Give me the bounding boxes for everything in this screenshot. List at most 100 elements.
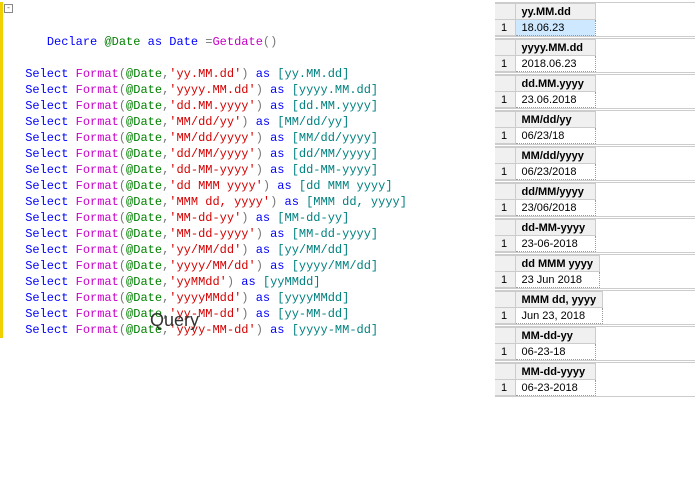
rownum-header[interactable] xyxy=(495,292,515,308)
rownum-header[interactable] xyxy=(495,148,515,164)
rownum-header[interactable] xyxy=(495,40,515,56)
alias: [MM/dd/yy] xyxy=(277,115,349,129)
row-number[interactable]: 1 xyxy=(495,20,515,36)
code-line[interactable]: Select Format(@Date,'yyyy-MM-dd') as [yy… xyxy=(0,322,480,338)
code-line[interactable]: Select Format(@Date,'dd/MM/yyyy') as [dd… xyxy=(0,146,480,162)
row-number[interactable]: 1 xyxy=(495,164,515,180)
alias: [yyyy/MM/dd] xyxy=(292,259,378,273)
result-cell[interactable]: 2018.06.23 xyxy=(515,56,595,72)
rownum-header[interactable] xyxy=(495,112,515,128)
row-number[interactable]: 1 xyxy=(495,200,515,216)
row-number[interactable]: 1 xyxy=(495,344,515,360)
code-line[interactable]: Select Format(@Date,'dd-MM-yyyy') as [dd… xyxy=(0,162,480,178)
collapse-icon[interactable]: - xyxy=(4,4,13,13)
rownum-header[interactable] xyxy=(495,76,515,92)
alias: [yyyy-MM-dd] xyxy=(292,323,378,337)
gutter-bar xyxy=(0,194,3,210)
fn-format: Format xyxy=(76,179,119,193)
code-line[interactable]: Select Format(@Date,'MM-dd-yy') as [MM-d… xyxy=(0,210,480,226)
result-grid[interactable]: MM/dd/yy106/23/18 xyxy=(495,110,695,145)
result-cell[interactable]: 06/23/2018 xyxy=(515,164,595,180)
kw-select: Select xyxy=(25,163,68,177)
fmt-string: 'MM/dd/yy' xyxy=(169,115,241,129)
result-cell[interactable]: 06/23/18 xyxy=(515,128,595,144)
result-cell[interactable]: 23 Jun 2018 xyxy=(515,272,600,288)
kw-select: Select xyxy=(25,179,68,193)
row-number[interactable]: 1 xyxy=(495,92,515,108)
code-line-declare[interactable]: -Declare @Date as Date =Getdate() xyxy=(0,2,480,66)
code-line[interactable]: Select Format(@Date,'MMM dd, yyyy') as [… xyxy=(0,194,480,210)
result-grid[interactable]: dd/MM/yyyy123/06/2018 xyxy=(495,182,695,217)
result-grid[interactable]: MM-dd-yyyy106-23-2018 xyxy=(495,362,695,397)
result-cell[interactable]: 23/06/2018 xyxy=(515,200,595,216)
code-line[interactable]: Select Format(@Date,'MM/dd/yyyy') as [MM… xyxy=(0,130,480,146)
alias: [dd/MM/yyyy] xyxy=(292,147,378,161)
column-header[interactable]: MMM dd, yyyy xyxy=(515,292,603,308)
rownum-header[interactable] xyxy=(495,364,515,380)
result-cell[interactable]: Jun 23, 2018 xyxy=(515,308,603,324)
result-cell[interactable]: 23-06-2018 xyxy=(515,236,595,252)
result-cell[interactable]: 18.06.23 xyxy=(515,20,595,36)
rownum-header[interactable] xyxy=(495,256,515,272)
column-header[interactable]: MM/dd/yy xyxy=(515,112,595,128)
column-header[interactable]: MM-dd-yy xyxy=(515,328,595,344)
row-number[interactable]: 1 xyxy=(495,380,515,396)
column-header[interactable]: yy.MM.dd xyxy=(515,4,595,20)
column-header[interactable]: dd-MM-yyyy xyxy=(515,220,595,236)
result-grid[interactable]: MM/dd/yyyy106/23/2018 xyxy=(495,146,695,181)
kw-select: Select xyxy=(25,195,68,209)
fn-getdate: Getdate xyxy=(212,35,262,49)
rownum-header[interactable] xyxy=(495,328,515,344)
row-number[interactable]: 1 xyxy=(495,272,515,288)
code-line[interactable]: Select Format(@Date,'yyyy/MM/dd') as [yy… xyxy=(0,258,480,274)
code-line[interactable]: Select Format(@Date,'dd.MM.yyyy') as [dd… xyxy=(0,98,480,114)
fmt-string: 'MM-dd-yyyy' xyxy=(169,227,255,241)
row-number[interactable]: 1 xyxy=(495,308,515,324)
column-header[interactable]: MM-dd-yyyy xyxy=(515,364,595,380)
code-line[interactable]: Select Format(@Date,'yyyyMMdd') as [yyyy… xyxy=(0,290,480,306)
code-line[interactable]: Select Format(@Date,'yyyy.MM.dd') as [yy… xyxy=(0,82,480,98)
row-number[interactable]: 1 xyxy=(495,128,515,144)
var-date: @Date xyxy=(126,227,162,241)
oparen: ( xyxy=(119,163,126,177)
result-grid[interactable]: dd.MM.yyyy123.06.2018 xyxy=(495,74,695,109)
oparen: ( xyxy=(119,115,126,129)
column-header[interactable]: dd MMM yyyy xyxy=(515,256,600,272)
kw-as: as xyxy=(270,131,284,145)
rownum-header[interactable] xyxy=(495,220,515,236)
result-grid[interactable]: dd MMM yyyy123 Jun 2018 xyxy=(495,254,695,289)
result-grid[interactable]: yyyy.MM.dd12018.06.23 xyxy=(495,38,695,73)
alias: [dd MMM yyyy] xyxy=(299,179,393,193)
result-cell[interactable]: 06-23-18 xyxy=(515,344,595,360)
code-line[interactable]: Select Format(@Date,'yy/MM/dd') as [yy/M… xyxy=(0,242,480,258)
code-line[interactable]: Select Format(@Date,'yy.MM.dd') as [yy.M… xyxy=(0,66,480,82)
oparen: ( xyxy=(119,291,126,305)
column-header[interactable]: dd.MM.yyyy xyxy=(515,76,595,92)
kw-as: as xyxy=(270,227,284,241)
result-grid[interactable]: dd-MM-yyyy123-06-2018 xyxy=(495,218,695,253)
column-header[interactable]: MM/dd/yyyy xyxy=(515,148,595,164)
column-header[interactable]: yyyy.MM.dd xyxy=(515,40,595,56)
column-header[interactable]: dd/MM/yyyy xyxy=(515,184,595,200)
row-number[interactable]: 1 xyxy=(495,236,515,252)
oparen: ( xyxy=(119,99,126,113)
rownum-header[interactable] xyxy=(495,184,515,200)
result-grid[interactable]: yy.MM.dd118.06.23 xyxy=(495,2,695,37)
row-number[interactable]: 1 xyxy=(495,56,515,72)
cparen: ) xyxy=(256,131,263,145)
code-line[interactable]: Select Format(@Date,'dd MMM yyyy') as [d… xyxy=(0,178,480,194)
code-line[interactable]: Select Format(@Date,'MM/dd/yy') as [MM/d… xyxy=(0,114,480,130)
oparen: ( xyxy=(119,275,126,289)
sql-editor[interactable]: -Declare @Date as Date =Getdate() Select… xyxy=(0,2,480,338)
rownum-header[interactable] xyxy=(495,4,515,20)
results-pane[interactable]: yy.MM.dd118.06.23yyyy.MM.dd12018.06.23dd… xyxy=(495,2,695,398)
result-cell[interactable]: 23.06.2018 xyxy=(515,92,595,108)
code-line[interactable]: Select Format(@Date,'yy-MM-dd') as [yy-M… xyxy=(0,306,480,322)
result-grid[interactable]: MM-dd-yy106-23-18 xyxy=(495,326,695,361)
code-line[interactable]: Select Format(@Date,'MM-dd-yyyy') as [MM… xyxy=(0,226,480,242)
kw-as: as xyxy=(270,147,284,161)
code-line[interactable]: Select Format(@Date,'yyMMdd') as [yyMMdd… xyxy=(0,274,480,290)
kw-select: Select xyxy=(25,131,68,145)
result-grid[interactable]: MMM dd, yyyy1Jun 23, 2018 xyxy=(495,290,695,325)
result-cell[interactable]: 06-23-2018 xyxy=(515,380,595,396)
